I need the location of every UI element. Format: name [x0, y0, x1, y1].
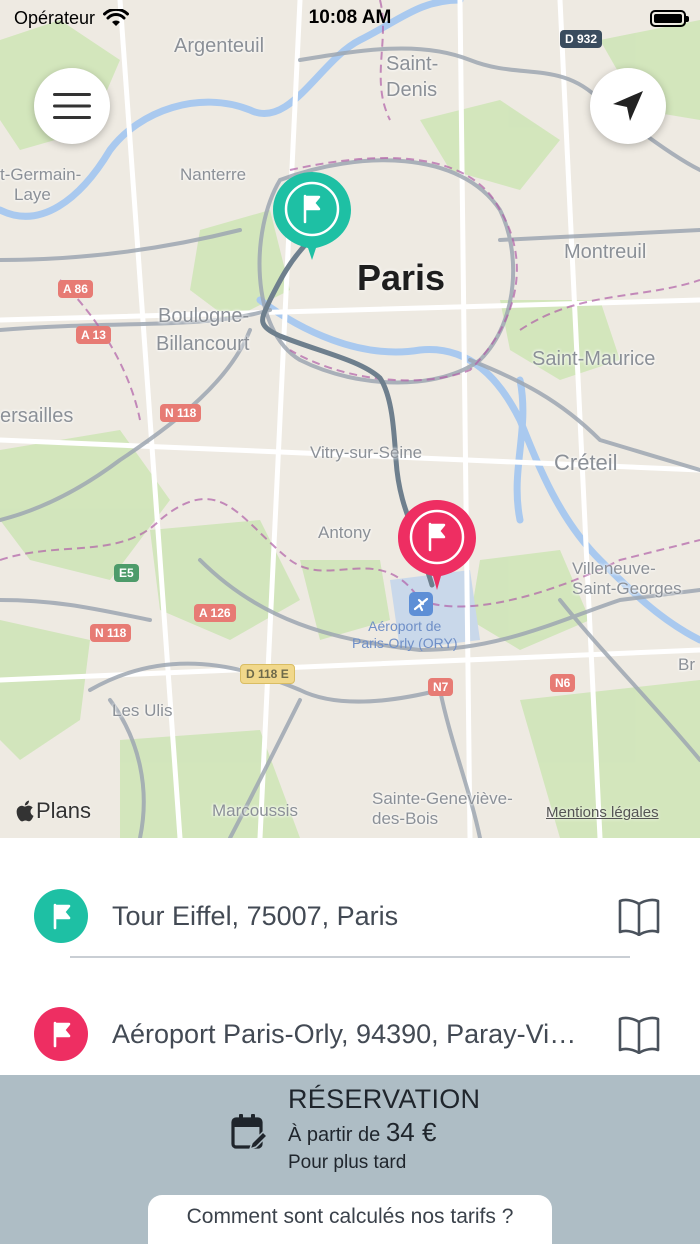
road-shield-e5: E5 — [114, 564, 139, 582]
book-icon — [618, 898, 660, 936]
map-label-les-ulis: Les Ulis — [112, 701, 173, 720]
carrier-label: Opérateur — [14, 7, 96, 28]
map-label-antony: Antony — [318, 523, 371, 542]
dropoff-address-book-button[interactable] — [616, 1011, 662, 1057]
map-label-nanterre: Nanterre — [180, 165, 247, 184]
pickup-row[interactable]: Tour Eiffel, 75007, Paris — [0, 876, 700, 956]
map-label-marcoussis: Marcoussis — [212, 801, 298, 820]
map-label-st-germain-2: Laye — [14, 185, 51, 204]
airport-label-line-1: Aéroport de — [368, 618, 442, 634]
wifi-icon — [103, 8, 130, 26]
road-shield-n7: N7 — [428, 678, 454, 696]
booking-subtitle: Pour plus tard — [288, 1152, 407, 1173]
road-shield-d118e: D 118 E — [240, 664, 295, 684]
booking-button[interactable]: RÉSERVATION À partir de 34 € Pour plus t… — [230, 1083, 480, 1174]
road-shield-n118-a: N 118 — [160, 404, 202, 422]
pickup-address-book-button[interactable] — [616, 893, 662, 939]
map-label-vitry: Vitry-sur-Seine — [310, 443, 423, 462]
pickup-flag-icon — [34, 889, 88, 943]
end-pin-icon[interactable] — [396, 498, 478, 592]
apple-logo-icon — [16, 800, 34, 822]
map-label-villeneuve-1: Villeneuve- — [572, 559, 656, 578]
maps-attribution-label: Plans — [36, 798, 92, 823]
calendar-edit-icon — [231, 1114, 268, 1151]
road-shield-a86: A 86 — [58, 280, 93, 298]
road-shield-a13: A 13 — [76, 326, 111, 344]
road-shield-a126: A 126 — [194, 604, 236, 622]
book-icon — [618, 1016, 660, 1054]
map-label-saint-denis-1: Saint- — [386, 53, 439, 75]
address-panel: Tour Eiffel, 75007, Paris Aéroport Paris… — [0, 838, 700, 1075]
map-label-argenteuil: Argenteuil — [174, 35, 265, 57]
dropoff-address[interactable]: Aéroport Paris-Orly, 94390, Paray-Vieill… — [112, 1019, 582, 1050]
maps-attribution: Plans — [16, 798, 91, 824]
booking-panel[interactable]: RÉSERVATION À partir de 34 € Pour plus t… — [0, 1075, 700, 1244]
map-label-creteil: Créteil — [554, 450, 618, 475]
dropoff-row[interactable]: Aéroport Paris-Orly, 94390, Paray-Vieill… — [0, 994, 700, 1074]
locate-button[interactable] — [590, 68, 666, 144]
status-bar: Opérateur 10:08 AM — [0, 0, 700, 36]
dropoff-flag-icon — [34, 1007, 88, 1061]
booking-title: RÉSERVATION — [288, 1084, 481, 1114]
map-label-boulogne-2: Billancourt — [156, 333, 250, 355]
map-label-saint-denis-2: Denis — [386, 79, 438, 101]
map-view[interactable]: Argenteuil Saint- Denis Nanterre t-Germa… — [0, 0, 700, 838]
start-pin-icon[interactable] — [271, 170, 353, 262]
booking-price-line: À partir de 34 € — [288, 1115, 480, 1152]
price-prefix: À partir de — [288, 1124, 381, 1146]
tariff-info-button[interactable]: Comment sont calculés nos tarifs ? — [148, 1195, 552, 1244]
pickup-address[interactable]: Tour Eiffel, 75007, Paris — [112, 901, 582, 932]
menu-button[interactable] — [34, 68, 110, 144]
road-shield-n6: N6 — [550, 674, 576, 692]
map-label-city: Paris — [357, 257, 446, 298]
price-amount: 34 € — [385, 1117, 437, 1147]
airport-label-line-2: Paris-Orly (ORY) — [352, 634, 458, 651]
location-arrow-icon — [613, 91, 643, 121]
map-label-villeneuve-2: Saint-Georges — [572, 579, 682, 598]
map-label-ste-genevieve-1: Sainte-Geneviève- — [372, 789, 513, 808]
map-label-ste-genevieve-2: des-Bois — [372, 809, 439, 828]
hamburger-icon — [53, 93, 91, 119]
legal-link[interactable]: Mentions légales — [546, 804, 659, 821]
map-label-br: Br — [678, 655, 695, 674]
map-label-boulogne-1: Boulogne- — [158, 305, 250, 327]
map-label-montreuil: Montreuil — [564, 241, 647, 263]
battery-icon — [650, 9, 689, 27]
map-label-airport: Aéroport de Paris-Orly (ORY) — [352, 618, 458, 652]
address-divider — [70, 956, 630, 958]
map-label-versailles: ersailles — [0, 405, 74, 427]
map-label-st-germain-1: t-Germain- — [0, 165, 82, 184]
map-label-saint-maurice: Saint-Maurice — [532, 348, 656, 370]
airport-icon — [409, 592, 433, 616]
road-shield-n118-b: N 118 — [90, 624, 132, 642]
